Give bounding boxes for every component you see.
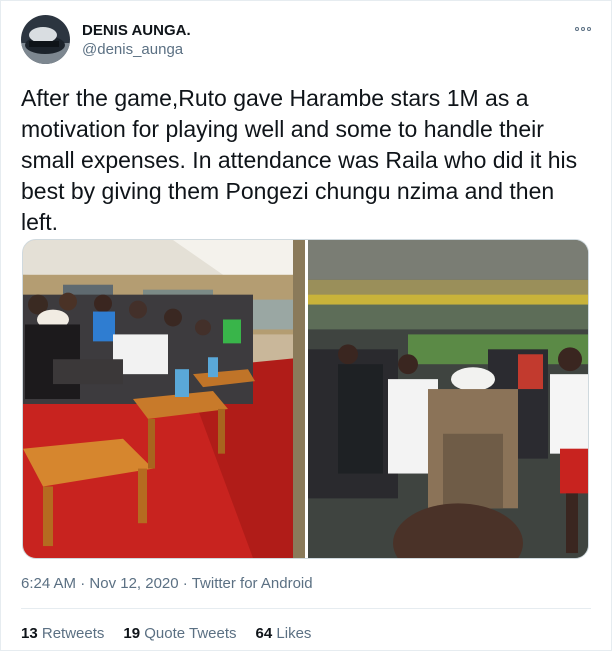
user-handle[interactable]: @denis_aunga	[82, 40, 191, 60]
tweet-header: DENIS AUNGA. @denis_aunga	[21, 15, 596, 65]
user-names: DENIS AUNGA. @denis_aunga	[82, 22, 191, 60]
display-name[interactable]: DENIS AUNGA.	[82, 22, 191, 40]
tweet-text: After the game,Ruto gave Harambe stars 1…	[21, 85, 578, 235]
retweets-stat[interactable]: 13 Retweets	[21, 624, 104, 644]
photo-pitch-players[interactable]	[308, 240, 588, 558]
likes-stat[interactable]: 64 Likes	[256, 624, 312, 644]
quotes-count: 19	[123, 625, 141, 642]
tweet-date[interactable]: Nov 12, 2020	[89, 575, 178, 592]
meta-separator: ·	[80, 575, 86, 592]
tweet-source[interactable]: Twitter for Android	[192, 575, 313, 592]
retweets-label: Retweets	[41, 625, 105, 642]
photo-vip-stand[interactable]	[23, 240, 305, 558]
quote-tweets-stat[interactable]: 19 Quote Tweets	[123, 624, 236, 644]
tweet-stats: 13 Retweets 19 Quote Tweets 64 Likes	[21, 624, 330, 644]
divider	[21, 608, 591, 609]
avatar[interactable]	[21, 15, 70, 64]
likes-count: 64	[255, 625, 273, 642]
tweet-meta: 6:24 AM · Nov 12, 2020 · Twitter for And…	[21, 574, 313, 594]
likes-label: Likes	[276, 625, 312, 642]
meta-separator: ·	[182, 575, 188, 592]
more-dots-icon[interactable]	[570, 19, 596, 39]
quotes-label: Quote Tweets	[144, 625, 237, 642]
tweet-card: DENIS AUNGA. @denis_aunga After the game…	[0, 0, 612, 651]
media-gallery	[22, 239, 589, 559]
tweet-time[interactable]: 6:24 AM	[21, 575, 76, 592]
retweets-count: 13	[21, 625, 38, 642]
